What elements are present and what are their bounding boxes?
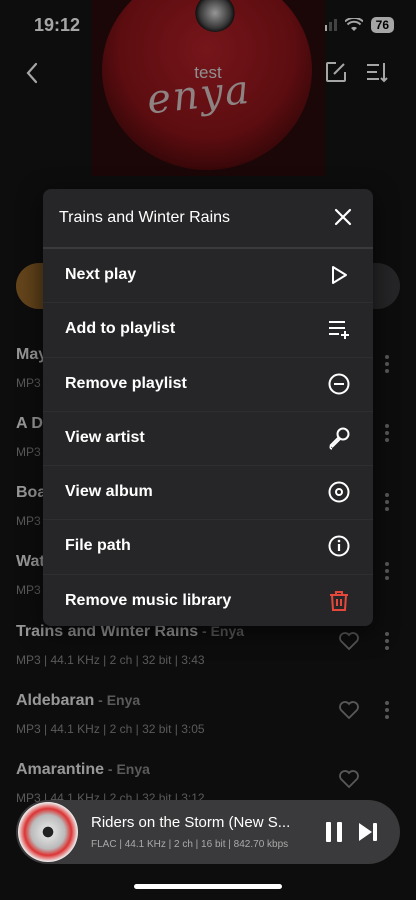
now-playing-title: Riders on the Storm (New S... [91, 814, 291, 831]
menu-item-view-artist[interactable]: View artist [43, 412, 373, 467]
menu-item-view-album[interactable]: View album [43, 466, 373, 521]
play-outline-icon [332, 266, 347, 284]
pause-icon[interactable] [324, 821, 344, 843]
next-track-icon[interactable] [357, 821, 379, 843]
menu-item-add-to-playlist[interactable]: Add to playlist [43, 303, 373, 358]
close-icon[interactable] [333, 207, 353, 227]
context-menu: Trains and Winter Rains Next play Add to… [43, 189, 373, 626]
menu-item-next-play[interactable]: Next play [43, 249, 373, 304]
info-icon [328, 535, 350, 557]
mini-player[interactable]: Riders on the Storm (New S... FLAC | 44.… [16, 800, 400, 864]
minus-circle-icon [328, 373, 350, 395]
trash-icon [330, 590, 348, 611]
disc-icon [328, 481, 350, 503]
home-indicator [134, 884, 282, 889]
now-playing-meta: FLAC | 44.1 KHz | 2 ch | 16 bit | 842.70… [91, 839, 289, 850]
menu-item-remove-music-library[interactable]: Remove music library [43, 575, 373, 626]
add-to-playlist-icon [329, 321, 349, 340]
menu-header: Trains and Winter Rains [43, 189, 373, 249]
microphone-icon [329, 427, 350, 450]
now-playing-art [18, 802, 78, 862]
menu-title: Trains and Winter Rains [59, 209, 231, 226]
menu-item-remove-playlist[interactable]: Remove playlist [43, 358, 373, 412]
menu-item-file-path[interactable]: File path [43, 520, 373, 575]
